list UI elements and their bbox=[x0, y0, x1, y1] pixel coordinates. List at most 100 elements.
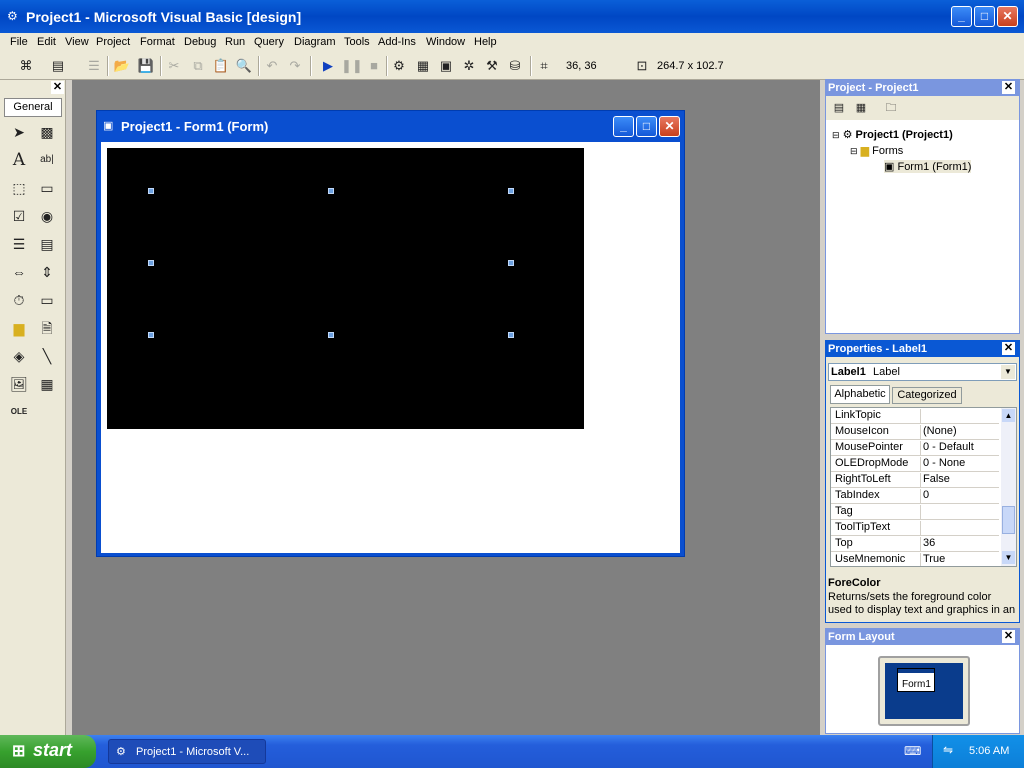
resize-handle[interactable] bbox=[148, 188, 154, 194]
object-selector[interactable]: Label1 Label ▼ bbox=[828, 363, 1017, 381]
label1-control[interactable] bbox=[154, 195, 514, 339]
add-project-icon[interactable]: ⌘ bbox=[16, 56, 36, 76]
prop-row[interactable]: UseMnemonic True bbox=[831, 552, 999, 566]
tab-alphabetic[interactable]: Alphabetic bbox=[830, 385, 890, 404]
chevron-down-icon[interactable]: ▼ bbox=[1001, 365, 1015, 379]
tree-node-form1[interactable]: ▣ Form1 (Form1) bbox=[884, 160, 972, 173]
data-view-icon[interactable]: ⛁ bbox=[505, 56, 525, 76]
resize-handle[interactable] bbox=[328, 332, 334, 338]
form1-layout-thumbnail[interactable]: Form1 bbox=[897, 668, 935, 692]
prop-row[interactable]: LinkTopic bbox=[831, 408, 999, 424]
add-form-icon[interactable]: ▤ bbox=[48, 56, 68, 76]
view-code-icon[interactable]: ▤ bbox=[829, 98, 849, 118]
toggle-folders-icon[interactable]: 🗀 bbox=[881, 98, 901, 118]
properties-scrollbar[interactable]: ▲ ▼ bbox=[1001, 408, 1016, 566]
line-icon[interactable]: ╲ bbox=[35, 344, 59, 368]
drivelistbox-icon[interactable]: ▭ bbox=[35, 288, 59, 312]
open-project-icon[interactable]: 📂 bbox=[112, 56, 132, 76]
form1-canvas[interactable] bbox=[101, 142, 680, 553]
save-project-icon[interactable]: 💾 bbox=[136, 56, 156, 76]
view-object-icon[interactable]: ▦ bbox=[851, 98, 871, 118]
close-icon[interactable]: ✕ bbox=[1002, 630, 1015, 643]
resize-handle[interactable] bbox=[148, 332, 154, 338]
menu-view[interactable]: View bbox=[65, 36, 89, 48]
menu-help[interactable]: Help bbox=[474, 36, 497, 48]
menu-debug[interactable]: Debug bbox=[184, 36, 216, 48]
menu-file[interactable]: File bbox=[10, 36, 28, 48]
form-close-button[interactable]: ✕ bbox=[659, 116, 680, 137]
prop-row[interactable]: ToolTipText bbox=[831, 520, 999, 536]
scroll-up-icon[interactable]: ▲ bbox=[1002, 409, 1015, 422]
taskbar-item-vb[interactable]: ⚙ Project1 - Microsoft V... bbox=[108, 739, 266, 764]
project-explorer-icon[interactable]: ⚙ bbox=[389, 56, 409, 76]
properties-window-icon[interactable]: ▦ bbox=[413, 56, 433, 76]
close-icon[interactable]: ✕ bbox=[1002, 342, 1015, 355]
menu-editor-icon[interactable]: ☰ bbox=[84, 56, 104, 76]
clock[interactable]: 5:06 AM bbox=[969, 745, 1009, 757]
resize-handle[interactable] bbox=[508, 260, 514, 266]
form-designer-window[interactable]: ▣ Project1 - Form1 (Form) _ □ ✕ bbox=[96, 110, 685, 557]
vscrollbar-icon[interactable]: ⇕ bbox=[35, 260, 59, 284]
close-button[interactable]: ✕ bbox=[997, 6, 1018, 27]
textbox-icon[interactable]: ab| bbox=[35, 148, 59, 172]
pointer-icon[interactable]: ➤ bbox=[7, 120, 31, 144]
tree-node-forms[interactable]: ⊟ ▆ Forms bbox=[850, 144, 903, 157]
menu-project[interactable]: Project bbox=[96, 36, 130, 48]
break-icon[interactable]: ❚❚ bbox=[341, 56, 363, 76]
main-title-bar[interactable]: ⚙ Project1 - Microsoft Visual Basic [des… bbox=[0, 0, 1024, 33]
prop-row[interactable]: TabIndex 0 bbox=[831, 488, 999, 504]
toolbox-tab-general[interactable]: General bbox=[4, 98, 62, 117]
tree-node-project[interactable]: ⊟ ⚙ Project1 (Project1) bbox=[832, 128, 953, 141]
picturebox-icon[interactable]: ▩ bbox=[35, 120, 59, 144]
undo-icon[interactable]: ↶ bbox=[262, 56, 282, 76]
network-icon[interactable]: ⇋ bbox=[943, 743, 953, 757]
cut-icon[interactable]: ✂ bbox=[164, 56, 184, 76]
optionbutton-icon[interactable]: ◉ bbox=[35, 204, 59, 228]
toolbox-icon[interactable]: ⚒ bbox=[482, 56, 502, 76]
resize-handle[interactable] bbox=[148, 260, 154, 266]
prop-row[interactable]: Top 36 bbox=[831, 536, 999, 552]
commandbutton-icon[interactable]: ▭ bbox=[35, 176, 59, 200]
prop-row[interactable]: RightToLeft False bbox=[831, 472, 999, 488]
resize-handle[interactable] bbox=[328, 188, 334, 194]
end-icon[interactable]: ■ bbox=[364, 56, 384, 76]
find-icon[interactable]: 🔍 bbox=[234, 56, 254, 76]
image-icon[interactable]: 🖼 bbox=[7, 372, 31, 396]
form-layout-icon[interactable]: ▣ bbox=[436, 56, 456, 76]
label-icon[interactable]: A bbox=[7, 148, 31, 172]
prop-row[interactable]: MouseIcon (None) bbox=[831, 424, 999, 440]
start-run-icon[interactable]: ▶ bbox=[318, 56, 338, 76]
prop-row[interactable]: OLEDropMode 0 - None bbox=[831, 456, 999, 472]
form-maximize-button[interactable]: □ bbox=[636, 116, 657, 137]
close-icon[interactable]: ✕ bbox=[51, 81, 64, 94]
menu-diagram[interactable]: Diagram bbox=[294, 36, 336, 48]
menu-addins[interactable]: Add-Ins bbox=[378, 36, 416, 48]
form-minimize-button[interactable]: _ bbox=[613, 116, 634, 137]
menu-edit[interactable]: Edit bbox=[37, 36, 56, 48]
resize-handle[interactable] bbox=[508, 188, 514, 194]
picturebox-control[interactable] bbox=[107, 148, 584, 429]
tab-categorized[interactable]: Categorized bbox=[892, 387, 962, 404]
data-control-icon[interactable]: ▦ bbox=[35, 372, 59, 396]
keyboard-icon[interactable]: ⌨ bbox=[904, 744, 921, 758]
listbox-icon[interactable]: ▤ bbox=[35, 232, 59, 256]
prop-row[interactable]: MousePointer 0 - Default bbox=[831, 440, 999, 456]
copy-icon[interactable]: ⧉ bbox=[188, 56, 208, 76]
menu-format[interactable]: Format bbox=[140, 36, 175, 48]
dirlistbox-icon[interactable]: ▆ bbox=[7, 316, 31, 340]
ole-icon[interactable]: OLE bbox=[7, 400, 31, 424]
menu-query[interactable]: Query bbox=[254, 36, 284, 48]
combobox-icon[interactable]: ☰ bbox=[7, 232, 31, 256]
menu-run[interactable]: Run bbox=[225, 36, 245, 48]
maximize-button[interactable]: □ bbox=[974, 6, 995, 27]
close-icon[interactable]: ✕ bbox=[1002, 81, 1015, 94]
filelistbox-icon[interactable]: 🗎 bbox=[35, 316, 59, 340]
resize-handle[interactable] bbox=[508, 332, 514, 338]
object-browser-icon[interactable]: ✲ bbox=[459, 56, 479, 76]
start-button[interactable]: ⊞ start bbox=[0, 735, 96, 768]
paste-icon[interactable]: 📋 bbox=[211, 56, 231, 76]
menu-tools[interactable]: Tools bbox=[344, 36, 370, 48]
prop-row[interactable]: Tag bbox=[831, 504, 999, 520]
scrollbar-thumb[interactable] bbox=[1002, 506, 1015, 534]
checkbox-icon[interactable]: ☑ bbox=[7, 204, 31, 228]
